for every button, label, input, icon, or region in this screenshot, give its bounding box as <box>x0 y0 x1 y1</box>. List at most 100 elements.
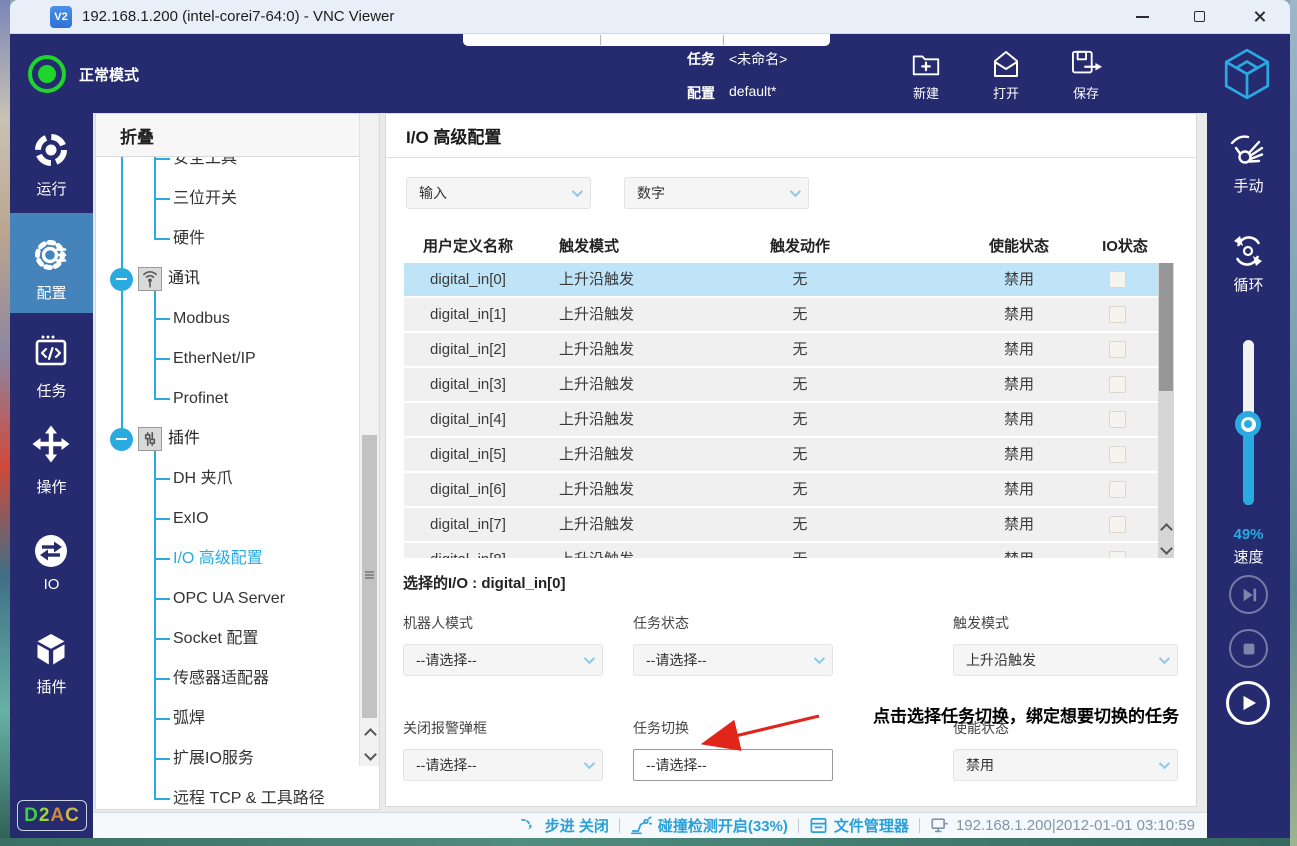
io-direction-select[interactable]: 输入 <box>406 177 591 209</box>
play-button[interactable] <box>1226 681 1270 725</box>
table-scrollbar-thumb[interactable] <box>1159 263 1173 391</box>
table-scroll-down-button[interactable] <box>1159 540 1173 556</box>
config-tree-panel: 折叠 通讯插件 安全工具三位开关硬件 Modbus EtherNet/IP Profin… <box>95 113 380 810</box>
status-collision[interactable]: 碰撞检测开启(33%) <box>630 815 788 836</box>
close-alarm-popup-select[interactable]: --请选择-- <box>403 749 603 781</box>
tree-item-硬件[interactable]: 硬件 <box>173 229 205 249</box>
stop-button[interactable] <box>1229 629 1268 668</box>
tree-item-Profinet[interactable]: Profinet <box>173 389 228 409</box>
status-file-manager[interactable]: 文件管理器 <box>809 815 909 836</box>
tree-collapse-toggle[interactable] <box>110 427 133 451</box>
close-button[interactable] <box>1236 0 1282 33</box>
io-state-checkbox[interactable] <box>1109 376 1126 393</box>
new-button[interactable]: 新建 <box>894 48 958 104</box>
io-type-select[interactable]: 数字 <box>624 177 809 209</box>
close-alarm-popup-label: 关闭报警弹框 <box>403 720 487 736</box>
cell-trigger-mode: 上升沿触发 <box>559 376 635 393</box>
cell-name: digital_in[5] <box>430 446 506 463</box>
minimize-button[interactable] <box>1119 0 1165 33</box>
tree-group-通讯[interactable]: 通讯 <box>168 268 200 290</box>
cycle-loop-icon[interactable] <box>1228 231 1268 271</box>
tree-scroll-up-button[interactable] <box>363 726 377 742</box>
window-titlebar[interactable]: V2 192.168.1.200 (intel-corei7-64:0) - V… <box>10 0 1290 34</box>
tree-item-Socket 配置[interactable]: Socket 配置 <box>173 629 258 649</box>
tree-scroll-down-button[interactable] <box>363 746 377 762</box>
enable-state-select[interactable]: 禁用 <box>953 749 1178 781</box>
mode-label: 正常模式 <box>79 66 140 84</box>
table-row-digital_in[0][interactable]: digital_in[0] 上升沿触发 无 禁用 <box>404 263 1158 296</box>
speed-slider-thumb[interactable] <box>1235 411 1261 437</box>
maximize-button[interactable] <box>1176 0 1222 33</box>
trigger-mode-label: 触发模式 <box>953 615 1009 631</box>
speed-slider[interactable] <box>1235 340 1261 505</box>
table-row-digital_in[6][interactable]: digital_in[6] 上升沿触发 无 禁用 <box>404 473 1158 506</box>
table-row-digital_in[7][interactable]: digital_in[7] 上升沿触发 无 禁用 <box>404 508 1158 541</box>
tree-item-ExIO[interactable]: ExIO <box>173 509 209 529</box>
io-state-checkbox[interactable] <box>1109 481 1126 498</box>
table-row-digital_in[5][interactable]: digital_in[5] 上升沿触发 无 禁用 <box>404 438 1158 471</box>
task-state-select[interactable]: --请选择-- <box>633 644 833 676</box>
tree-item-远程 TCP & 工具路径[interactable]: 远程 TCP & 工具路径 <box>173 789 325 809</box>
open-icon <box>990 48 1022 80</box>
cycle-label: 循环 <box>1233 277 1264 294</box>
tree-root-line <box>121 157 123 439</box>
speed-label: 速度 <box>1233 549 1264 566</box>
robot-mode-select[interactable]: --请选择-- <box>403 644 603 676</box>
tree-scrollbar-thumb[interactable] <box>362 435 377 718</box>
io-state-checkbox[interactable] <box>1109 341 1126 358</box>
sidebar-item-plugin[interactable]: 插件 <box>10 620 93 708</box>
io-state-checkbox[interactable] <box>1109 446 1126 463</box>
io-state-checkbox[interactable] <box>1109 271 1126 288</box>
table-scroll-up-button[interactable] <box>1159 521 1173 537</box>
io-state-checkbox[interactable] <box>1109 551 1126 558</box>
mode-indicator[interactable]: 正常模式 <box>28 52 228 96</box>
tree-branch-tick <box>154 638 170 640</box>
skip-icon <box>1243 588 1256 601</box>
tree-item-I/O 高级配置[interactable]: I/O 高级配置 <box>173 549 263 569</box>
table-scrollbar[interactable] <box>1158 263 1174 558</box>
sidebar-item-task[interactable]: 任务 <box>10 322 93 410</box>
table-row-digital_in[4][interactable]: digital_in[4] 上升沿触发 无 禁用 <box>404 403 1158 436</box>
save-icon <box>1070 48 1102 80</box>
io-state-checkbox[interactable] <box>1109 516 1126 533</box>
cell-trigger-mode: 上升沿触发 <box>559 341 635 358</box>
status-step[interactable]: 步进 关闭 <box>520 815 609 836</box>
right-sidebar: 手动 循环 49% 速度 <box>1207 113 1290 838</box>
open-button-label: 打开 <box>992 86 1019 101</box>
sidebar-item-run[interactable]: 运行 <box>10 120 93 208</box>
tree-item-Modbus[interactable]: Modbus <box>173 309 230 329</box>
d2ac-badge[interactable]: D2AC <box>17 800 87 831</box>
cell-name: digital_in[3] <box>430 376 506 393</box>
tree-group-插件[interactable]: 插件 <box>168 428 200 450</box>
manual-hand-icon[interactable] <box>1228 131 1268 171</box>
tree-item-OPC UA Server[interactable]: OPC UA Server <box>173 589 285 609</box>
step-forward-button[interactable] <box>1229 575 1268 614</box>
tree-item-弧焊[interactable]: 弧焊 <box>173 709 205 729</box>
table-row-digital_in[2][interactable]: digital_in[2] 上升沿触发 无 禁用 <box>404 333 1158 366</box>
save-button[interactable]: 保存 <box>1054 48 1118 104</box>
tree-item-EtherNet/IP[interactable]: EtherNet/IP <box>173 349 256 369</box>
tree-scrollbar[interactable] <box>359 114 379 766</box>
tree-collapse-header[interactable]: 折叠 <box>96 114 379 157</box>
tree-item-三位开关[interactable]: 三位开关 <box>173 189 237 209</box>
sidebar-item-config[interactable]: 配置 <box>10 213 93 313</box>
new-file-icon <box>910 48 942 80</box>
io-state-checkbox[interactable] <box>1109 306 1126 323</box>
tree-item-传感器适配器[interactable]: 传感器适配器 <box>173 669 269 689</box>
io-state-checkbox[interactable] <box>1109 411 1126 428</box>
open-button[interactable]: 打开 <box>974 48 1038 104</box>
maximize-icon <box>1193 11 1205 22</box>
table-row-digital_in[8][interactable]: digital_in[8] 上升沿触发 无 禁用 <box>404 543 1158 558</box>
play-icon <box>1243 695 1257 711</box>
tree-collapse-toggle[interactable] <box>110 267 133 291</box>
tree-item-扩展IO服务[interactable]: 扩展IO服务 <box>173 749 254 769</box>
minus-icon <box>116 437 127 441</box>
sidebar-item-io[interactable]: IO <box>10 521 93 606</box>
trigger-mode-select[interactable]: 上升沿触发 <box>953 644 1178 676</box>
minimize-icon <box>1135 15 1149 18</box>
table-row-digital_in[3][interactable]: digital_in[3] 上升沿触发 无 禁用 <box>404 368 1158 401</box>
table-row-digital_in[1][interactable]: digital_in[1] 上升沿触发 无 禁用 <box>404 298 1158 331</box>
sidebar-item-operate[interactable]: 操作 <box>10 414 93 506</box>
tree-item-安全工具[interactable]: 安全工具 <box>173 157 237 169</box>
tree-item-DH 夹爪[interactable]: DH 夹爪 <box>173 469 233 489</box>
